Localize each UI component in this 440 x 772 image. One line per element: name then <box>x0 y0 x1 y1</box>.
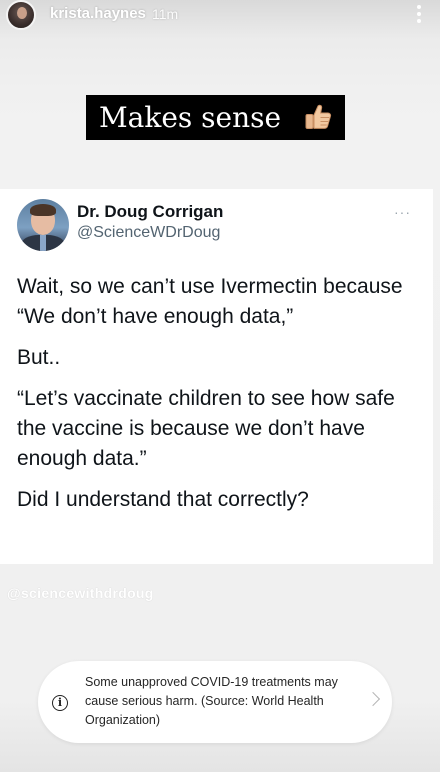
chevron-right-icon[interactable] <box>365 691 381 707</box>
tweet-paragraph: Wait, so we can’t use Ivermectin because… <box>17 275 403 328</box>
author-avatar[interactable] <box>17 199 69 251</box>
tweet-paragraph: Did I understand that correctly? <box>17 488 309 511</box>
info-notice-banner[interactable]: i Some unapproved COVID-19 treatments ma… <box>38 661 392 743</box>
profile-avatar[interactable] <box>6 0 36 30</box>
tweet-card[interactable]: Dr. Doug Corrigan @ScienceWDrDoug ··· Wa… <box>0 189 433 564</box>
caption-sticker: Makes sense <box>86 95 345 140</box>
thumbs-up-icon <box>305 104 332 129</box>
author-handle[interactable]: @ScienceWDrDoug <box>77 224 220 242</box>
more-options-icon[interactable] <box>414 2 424 26</box>
notice-text: Some unapproved COVID-19 treatments may … <box>85 675 338 727</box>
caption-text: Makes sense <box>99 101 282 134</box>
story-header: krista.haynes 11m <box>0 0 440 34</box>
tweet-paragraph: “Let’s vaccinate children to see how saf… <box>17 387 395 470</box>
tweet-paragraph: But.. <box>17 346 61 369</box>
watermark: @sciencewithdrdoug <box>7 585 154 601</box>
tweet-text: Wait, so we can’t use Ivermectin because… <box>17 272 412 526</box>
author-display-name[interactable]: Dr. Doug Corrigan <box>77 202 223 222</box>
info-icon: i <box>52 695 68 711</box>
story-username[interactable]: krista.haynes <box>50 5 146 22</box>
story-timestamp: 11m <box>152 6 179 22</box>
tweet-more-icon[interactable]: ··· <box>394 205 411 219</box>
